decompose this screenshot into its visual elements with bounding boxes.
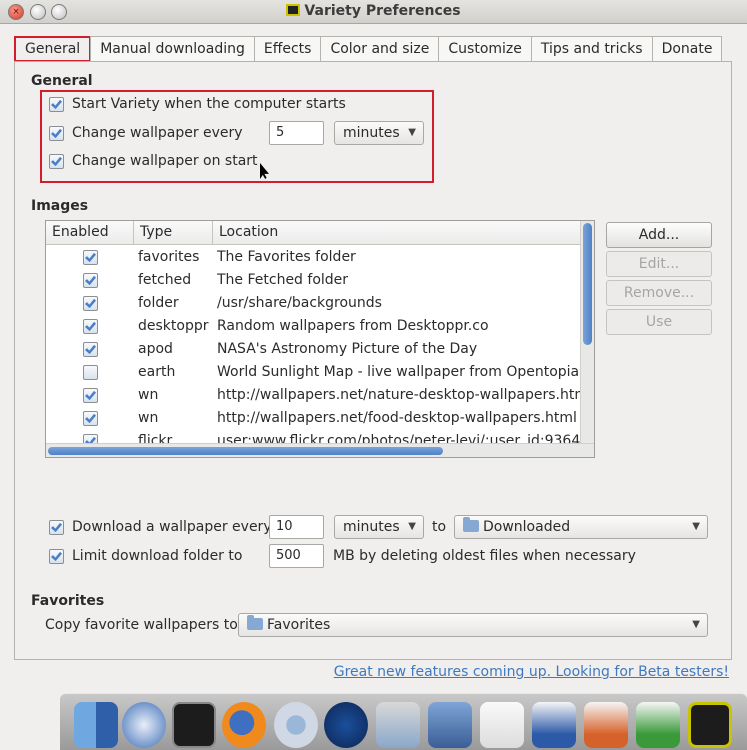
download-every-label: Download a wallpaper every [72, 519, 272, 535]
dropdown-arrow-icon: ▼ [692, 521, 700, 532]
powerpoint-icon[interactable] [584, 702, 628, 748]
dropdown-arrow-icon: ▼ [408, 521, 416, 532]
finder-icon[interactable] [74, 702, 118, 748]
dock [60, 693, 747, 750]
tab-manual-downloading[interactable]: Manual downloading [90, 36, 255, 62]
row-location: The Fetched folder [217, 272, 349, 288]
row-type: apod [138, 341, 173, 357]
terminal-icon[interactable] [172, 702, 216, 748]
row-location: World Sunlight Map - live wallpaper from… [217, 364, 582, 380]
column-location[interactable]: Location [213, 221, 582, 245]
quicktime-icon[interactable] [324, 702, 368, 748]
download-folder-select[interactable]: Downloaded ▼ [454, 515, 708, 539]
add-source-button[interactable]: Add... [606, 222, 712, 248]
tab-tips-and-tricks[interactable]: Tips and tricks [530, 36, 653, 62]
variety-icon[interactable] [688, 702, 732, 748]
annotation-highlight-box [40, 90, 434, 183]
row-type: fetched [138, 272, 192, 288]
limit-size-input[interactable]: 500 [269, 544, 324, 568]
download-to-label: to [432, 519, 447, 535]
horizontal-scroll-thumb[interactable] [48, 447, 443, 455]
row-type: favorites [138, 249, 200, 265]
download-interval-input[interactable]: 10 [269, 515, 324, 539]
favorites-folder-select[interactable]: Favorites ▼ [238, 613, 708, 637]
beta-testers-link[interactable]: Great new features coming up. Looking fo… [334, 664, 729, 680]
tab-effects[interactable]: Effects [253, 36, 322, 62]
table-row[interactable]: favorites The Favorites folder [46, 246, 582, 269]
limit-suffix-label: MB by deleting oldest files when necessa… [333, 548, 636, 564]
favorites-heading: Favorites [31, 593, 105, 609]
table-row[interactable]: desktoppr Random wallpapers from Desktop… [46, 315, 582, 338]
row-enabled-checkbox[interactable] [83, 388, 98, 403]
tab-donate[interactable]: Donate [651, 36, 723, 62]
horizontal-scrollbar[interactable] [46, 443, 594, 457]
general-panel: General Start Variety when the computer … [14, 61, 732, 660]
row-type: folder [138, 295, 179, 311]
row-enabled-checkbox[interactable] [83, 250, 98, 265]
window-title: Variety Preferences [0, 3, 747, 19]
copy-favorites-label: Copy favorite wallpapers to [45, 617, 238, 633]
iphoto-icon[interactable] [428, 702, 472, 748]
remove-source-button[interactable]: Remove... [606, 280, 712, 306]
table-row[interactable]: wn http://wallpapers.net/nature-desktop-… [46, 384, 582, 407]
tab-general[interactable]: General [14, 36, 92, 62]
images-heading: Images [31, 198, 89, 214]
title-bar: × Variety Preferences [0, 0, 747, 24]
row-type: wn [138, 410, 159, 426]
tab-customize[interactable]: Customize [438, 36, 532, 62]
table-row[interactable]: apod NASA's Astronomy Picture of the Day [46, 338, 582, 361]
table-row[interactable]: earth World Sunlight Map - live wallpape… [46, 361, 582, 384]
textedit-icon[interactable] [480, 702, 524, 748]
tab-bar: General Manual downloading Effects Color… [14, 36, 732, 62]
firefox-icon[interactable] [222, 702, 266, 748]
folder-icon [463, 517, 479, 532]
download-every-checkbox[interactable] [49, 520, 64, 535]
vertical-scrollbar[interactable] [580, 221, 594, 445]
edit-source-button[interactable]: Edit... [606, 251, 712, 277]
use-source-button[interactable]: Use [606, 309, 712, 335]
table-row[interactable]: wn http://wallpapers.net/food-desktop-wa… [46, 407, 582, 430]
download-unit-select[interactable]: minutes ▼ [334, 515, 424, 539]
word-icon[interactable] [532, 702, 576, 748]
chrome-icon[interactable] [274, 702, 318, 748]
row-enabled-checkbox[interactable] [83, 365, 98, 380]
row-location: http://wallpapers.net/food-desktop-wallp… [217, 410, 577, 426]
row-location: NASA's Astronomy Picture of the Day [217, 341, 478, 357]
row-enabled-checkbox[interactable] [83, 296, 98, 311]
limit-folder-checkbox[interactable] [49, 549, 64, 564]
row-enabled-checkbox[interactable] [83, 342, 98, 357]
folder-icon [247, 615, 263, 630]
row-location: /usr/share/backgrounds [217, 295, 382, 311]
tab-color-and-size[interactable]: Color and size [320, 36, 440, 62]
dropdown-arrow-icon: ▼ [692, 619, 700, 630]
column-type[interactable]: Type [134, 221, 213, 245]
image-sources-table[interactable]: Enabled Type Location favorites The Favo… [45, 220, 595, 458]
row-location: http://wallpapers.net/nature-desktop-wal… [217, 387, 582, 403]
table-row[interactable]: folder /usr/share/backgrounds [46, 292, 582, 315]
iphoto-camera-icon[interactable] [376, 702, 420, 748]
row-location: The Favorites folder [217, 249, 356, 265]
row-type: earth [138, 364, 176, 380]
general-heading: General [31, 73, 93, 89]
row-location: Random wallpapers from Desktoppr.co [217, 318, 489, 334]
row-enabled-checkbox[interactable] [83, 319, 98, 334]
table-row[interactable]: fetched The Fetched folder [46, 269, 582, 292]
row-enabled-checkbox[interactable] [83, 411, 98, 426]
variety-logo-icon [286, 4, 301, 16]
rocket-icon[interactable] [122, 702, 166, 748]
vertical-scroll-thumb[interactable] [583, 223, 592, 345]
excel-icon[interactable] [636, 702, 680, 748]
row-enabled-checkbox[interactable] [83, 273, 98, 288]
row-type: wn [138, 387, 159, 403]
column-enabled[interactable]: Enabled [46, 221, 134, 245]
table-header: Enabled Type Location [46, 221, 582, 245]
limit-folder-label: Limit download folder to [72, 548, 243, 564]
row-type: desktoppr [138, 318, 209, 334]
